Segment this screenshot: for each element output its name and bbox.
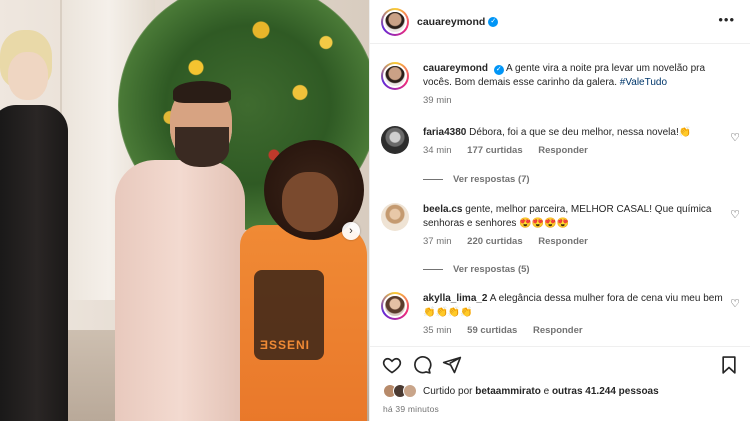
avatar[interactable] [381,7,409,36]
woman-face [8,52,48,100]
comment-time: 35 min [423,325,452,336]
comment-item: beela.cs gente, melhor parceira, MELHOR … [381,203,723,249]
comment-text: Débora, foi a que se deu melhor, nessa n… [469,127,692,138]
post-side-panel: cauareymond ✓ ••• cauareymond ✓ A gente … [369,0,750,421]
more-options-icon[interactable]: ••• [718,12,735,27]
reply-button[interactable]: Responder [533,325,583,336]
comment-username[interactable]: beela.cs [423,204,462,215]
chevron-right-icon[interactable]: › [342,222,360,240]
reply-button[interactable]: Responder [538,145,588,156]
divider [423,179,443,180]
comment-likes[interactable]: 177 curtidas [467,145,522,156]
caption-row: cauareymond ✓ A gente vira a noite pra l… [381,62,723,108]
pink-suit [115,160,245,421]
post-age: há 39 minutos [383,404,439,414]
comment-item: akylla_lima_2 A elegância dessa mulher f… [381,292,723,338]
hashtag-link[interactable]: #ValeTudo [620,77,667,88]
liked-by-prefix: Curtido por [423,385,473,397]
view-replies-label: Ver respostas (7) [453,174,530,185]
instagram-post-view: ƎSSENI › cauareymond ✓ ••• cauareymond ✓… [0,0,750,421]
heart-icon[interactable]: ♡ [730,131,740,144]
caption-time: 39 min [423,95,452,106]
comment-time: 34 min [423,145,452,156]
verified-badge-icon: ✓ [493,65,504,75]
woman-in-orange-figure: ƎSSENI [232,140,367,421]
post-photo[interactable]: ƎSSENI › [0,0,369,421]
comment-time: 37 min [423,236,452,247]
comment-icon[interactable] [412,355,432,375]
man-in-pink-suit-figure [115,81,245,421]
header-username[interactable]: cauareymond [417,16,485,28]
comment-text: gente, melhor parceira, MELHOR CASAL! Qu… [423,204,712,229]
caption-username[interactable]: cauareymond [423,63,488,74]
action-bar [370,346,750,379]
verified-badge-icon: ✓ [488,16,499,27]
black-coat [0,105,68,421]
comment-username[interactable]: faria4380 [423,127,466,138]
heart-icon[interactable]: ♡ [730,297,740,310]
post-header: cauareymond ✓ ••• [370,0,750,44]
view-replies-button[interactable]: Ver respostas (7) [423,174,530,185]
view-replies-label: Ver respostas (5) [453,264,530,275]
avatar[interactable] [381,62,409,90]
heart-icon[interactable] [382,355,402,375]
liked-by-user[interactable]: betaammirato [475,386,541,397]
avatar [403,384,417,398]
avatar[interactable] [381,292,409,320]
man-beard [175,127,229,167]
comment-likes[interactable]: 220 curtidas [467,236,522,247]
comment-username[interactable]: akylla_lima_2 [423,293,488,304]
reply-button[interactable]: Responder [538,236,588,247]
comment-item: faria4380 Débora, foi a que se deu melho… [381,126,723,158]
woman-face [282,172,338,232]
woman-in-black-figure [0,30,70,421]
liked-by-summary: Curtido por betaammirato e outras 41.244… [383,384,659,398]
share-icon[interactable] [442,355,462,375]
view-replies-button[interactable]: Ver respostas (5) [423,264,530,275]
man-hair [173,81,231,103]
heart-icon[interactable]: ♡ [730,208,740,221]
avatar[interactable] [381,126,409,154]
shirt-print-text: ƎSSENI [260,338,311,352]
avatar[interactable] [381,203,409,231]
liked-by-others[interactable]: outras 41.244 pessoas [552,386,659,397]
liker-avatars[interactable] [383,384,417,398]
comment-likes[interactable]: 59 curtidas [467,325,517,336]
divider [423,269,443,270]
liked-by-connector: e [543,385,550,397]
bookmark-icon[interactable] [719,355,739,375]
